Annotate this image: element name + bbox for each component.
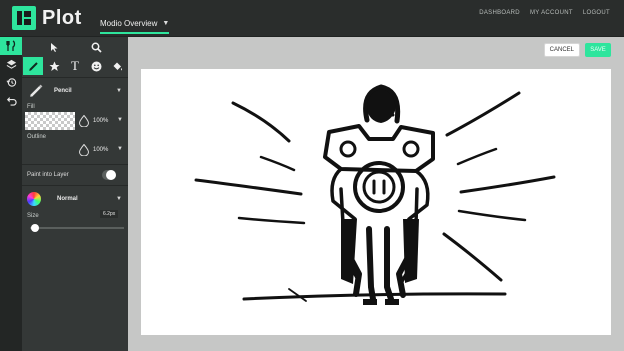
outline-opacity-caret-icon[interactable]: ▼ — [117, 146, 123, 152]
undo-icon — [6, 96, 17, 106]
history-icon — [6, 77, 16, 87]
pencil-tool-button[interactable] — [23, 57, 43, 75]
fill-color-swatch[interactable] — [25, 112, 75, 130]
logo-icon — [12, 6, 36, 30]
app-root: Plot Modio Overview ▼ DASHBOARD MY ACCOU… — [0, 0, 624, 351]
paint-into-layer-row: Paint into Layer — [22, 167, 128, 183]
chevron-down-icon: ▼ — [162, 20, 170, 27]
slider-track — [30, 227, 124, 229]
size-value[interactable]: 6.2px — [100, 210, 119, 218]
star-icon — [49, 61, 59, 71]
nav-logout-link[interactable]: LOGOUT — [583, 10, 610, 16]
cancel-button[interactable]: CANCEL — [543, 43, 580, 57]
layers-icon — [6, 59, 16, 69]
outline-row: 100% ▼ — [22, 140, 128, 162]
divider — [22, 164, 128, 165]
tool-panel: T Pencil ▼ Fill 100% ▼ Outline 100% ▼ Pa… — [22, 37, 128, 351]
toggle-knob — [106, 170, 116, 180]
paint-into-layer-toggle[interactable] — [102, 170, 116, 180]
pencil-icon — [28, 61, 38, 71]
top-bar: Plot Modio Overview ▼ DASHBOARD MY ACCOU… — [0, 0, 624, 37]
project-title: Modio Overview — [100, 19, 158, 28]
stamp-tool-button[interactable] — [44, 57, 64, 75]
top-nav: DASHBOARD MY ACCOUNT LOGOUT — [479, 10, 610, 16]
text-tool-button[interactable]: T — [65, 57, 85, 75]
outline-opacity-value: 100% — [93, 147, 109, 153]
search-icon — [91, 42, 102, 53]
nav-account-link[interactable]: MY ACCOUNT — [530, 10, 573, 16]
project-selector[interactable]: Modio Overview ▼ — [100, 19, 170, 34]
tool-grid: T — [22, 37, 128, 75]
layers-rail-button[interactable] — [0, 55, 22, 73]
left-rail — [0, 37, 22, 351]
logo-text: Plot — [42, 6, 82, 29]
pencil-brush-icon — [30, 84, 43, 97]
text-tool-glyph: T — [71, 58, 79, 73]
logo[interactable]: Plot — [12, 6, 82, 30]
sketch-drawing — [194, 84, 556, 305]
smiley-icon — [91, 61, 101, 71]
brush-name: Pencil — [54, 88, 72, 94]
nav-dashboard-link[interactable]: DASHBOARD — [479, 10, 520, 16]
brush-selector[interactable]: Pencil ▼ — [22, 80, 128, 102]
tool-slot-empty — [65, 38, 85, 56]
save-button[interactable]: SAVE — [585, 43, 611, 57]
zoom-tool-button[interactable] — [86, 38, 106, 56]
blend-mode-value: Normal — [57, 196, 78, 202]
paint-into-layer-label: Paint into Layer — [27, 172, 69, 178]
history-rail-button[interactable] — [0, 73, 22, 91]
utensils-icon — [6, 40, 16, 51]
paint-bucket-icon — [113, 62, 122, 70]
size-row: Size 6.2px — [22, 210, 128, 222]
fill-opacity-value: 100% — [93, 118, 109, 124]
divider — [22, 185, 128, 186]
cursor-icon — [50, 42, 57, 52]
brushes-rail-button[interactable] — [0, 37, 22, 55]
droplet-icon[interactable] — [79, 144, 89, 156]
tool-slot-empty — [107, 38, 127, 56]
fill-tool-button[interactable] — [107, 57, 127, 75]
undo-rail-button[interactable] — [0, 91, 22, 109]
divider — [22, 77, 128, 78]
fill-opacity-caret-icon[interactable]: ▼ — [117, 117, 123, 123]
fill-row: 100% ▼ — [22, 110, 128, 132]
slider-thumb[interactable] — [31, 224, 40, 232]
drawing-canvas[interactable] — [141, 69, 611, 335]
select-tool-button[interactable] — [44, 38, 64, 56]
droplet-icon[interactable] — [79, 115, 89, 127]
blend-mode-selector[interactable]: Normal ▼ — [22, 188, 128, 210]
workspace: CANCEL SAVE — [128, 37, 624, 351]
caret-down-icon: ▼ — [116, 196, 122, 202]
caret-down-icon: ▼ — [116, 88, 122, 94]
size-label: Size — [27, 213, 39, 219]
tool-slot-empty — [23, 38, 43, 56]
size-slider[interactable] — [22, 222, 128, 234]
emoji-tool-button[interactable] — [86, 57, 106, 75]
color-wheel-icon[interactable] — [27, 192, 41, 206]
